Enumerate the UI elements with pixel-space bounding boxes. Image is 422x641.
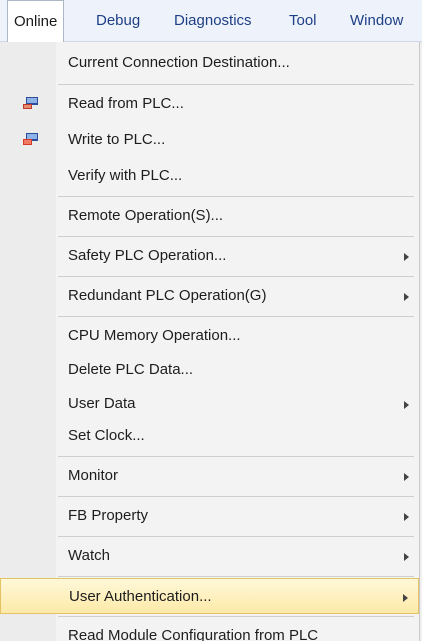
app-window: Online Debug Diagnostics Tool Window Cur… [0, 0, 422, 641]
menu-tool[interactable]: Tool [289, 0, 317, 42]
menu-separator [58, 456, 414, 457]
online-dropdown-menu: Current Connection Destination... Read f… [0, 42, 420, 641]
menu-separator [58, 84, 414, 85]
menu-item-label: User Authentication... [69, 588, 212, 605]
menu-item-watch[interactable]: Watch [0, 538, 419, 574]
menu-item-label: Verify with PLC... [68, 167, 183, 184]
menu-item-safety-plc-operation[interactable]: Safety PLC Operation... [0, 238, 419, 274]
menu-item-label: Delete PLC Data... [68, 361, 194, 378]
menu-item-label: Watch [68, 547, 110, 564]
menu-item-label: Read from PLC... [68, 95, 184, 112]
menu-separator [58, 276, 414, 277]
menu-item-redundant-plc-operation[interactable]: Redundant PLC Operation(G) [0, 278, 419, 314]
menu-item-set-clock[interactable]: Set Clock... [0, 418, 419, 454]
menu-item-label: User Data [68, 395, 136, 412]
menu-window[interactable]: Window [350, 0, 403, 42]
menu-item-cpu-memory-operation[interactable]: CPU Memory Operation... [0, 318, 419, 354]
submenu-arrow-icon [404, 473, 409, 481]
menu-item-label: Remote Operation(S)... [68, 207, 224, 224]
submenu-arrow-icon [404, 553, 409, 561]
menu-separator [58, 536, 414, 537]
submenu-arrow-icon [404, 293, 409, 301]
submenu-arrow-icon [404, 253, 409, 261]
menu-separator [58, 236, 414, 237]
menu-online[interactable]: Online [7, 0, 65, 43]
menu-item-verify-with-plc[interactable]: Verify with PLC... [0, 158, 419, 194]
menu-item-label: Redundant PLC Operation(G) [68, 287, 267, 304]
menu-item-read-module-configuration[interactable]: Read Module Configuration from PLC [0, 618, 419, 641]
menu-item-read-from-plc[interactable]: Read from PLC... [0, 86, 419, 122]
menu-item-label: FB Property [68, 507, 149, 524]
menu-separator [58, 196, 414, 197]
menu-item-label: Safety PLC Operation... [68, 247, 227, 264]
menu-item-write-to-plc[interactable]: Write to PLC... [0, 122, 419, 158]
menu-item-fb-property[interactable]: FB Property [0, 498, 419, 534]
read-from-plc-icon [23, 97, 39, 110]
menu-item-user-authentication[interactable]: User Authentication... [0, 578, 419, 614]
menu-item-user-data[interactable]: User Data [0, 386, 419, 422]
menu-item-label: Read Module Configuration from PLC [68, 627, 319, 641]
menu-item-delete-plc-data[interactable]: Delete PLC Data... [0, 352, 419, 388]
menu-item-label: CPU Memory Operation... [68, 327, 241, 344]
submenu-arrow-icon [403, 594, 408, 602]
write-to-plc-icon [23, 133, 39, 146]
menu-item-current-connection-destination[interactable]: Current Connection Destination... [0, 45, 419, 81]
menu-separator [58, 316, 414, 317]
menu-debug[interactable]: Debug [96, 0, 140, 42]
menu-item-remote-operation[interactable]: Remote Operation(S)... [0, 198, 419, 234]
menu-item-label: Set Clock... [68, 427, 145, 444]
menu-diagnostics[interactable]: Diagnostics [174, 0, 252, 42]
menu-separator [58, 496, 414, 497]
menu-separator [58, 576, 414, 577]
menu-separator [58, 616, 414, 617]
menu-item-label: Current Connection Destination... [68, 54, 290, 71]
menu-item-label: Monitor [68, 467, 119, 484]
menu-bar: Online Debug Diagnostics Tool Window [0, 0, 422, 43]
menu-item-monitor[interactable]: Monitor [0, 458, 419, 494]
submenu-arrow-icon [404, 513, 409, 521]
submenu-arrow-icon [404, 401, 409, 409]
menu-item-label: Write to PLC... [68, 131, 166, 148]
